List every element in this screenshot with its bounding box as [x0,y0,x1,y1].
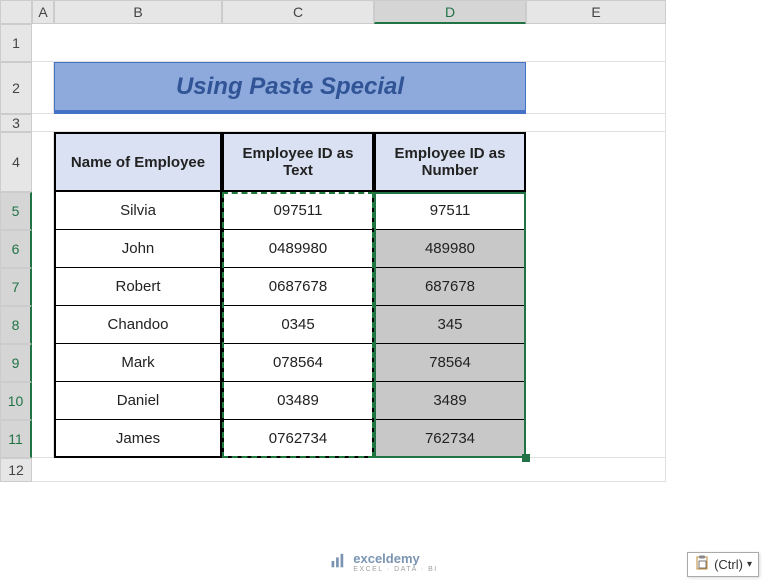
cell-id-num[interactable]: 3489 [374,382,526,420]
cell-a2[interactable] [32,62,54,114]
cell-id-num[interactable]: 489980 [374,230,526,268]
row-header-7[interactable]: 7 [0,268,32,306]
fill-handle[interactable] [522,454,530,462]
cell-id-text[interactable]: 0687678 [222,268,374,306]
col-header-c[interactable]: C [222,0,374,24]
cell-id-text[interactable]: 078564 [222,344,374,382]
cell-id-text[interactable]: 0489980 [222,230,374,268]
cell-name[interactable]: James [54,420,222,458]
row-header-5[interactable]: 5 [0,192,32,230]
cell-row12[interactable] [32,458,666,482]
cell-cola[interactable] [32,132,54,458]
cell-id-num[interactable]: 345 [374,306,526,344]
row-header-1[interactable]: 1 [0,24,32,62]
cell-id-num[interactable]: 687678 [374,268,526,306]
col-header-d[interactable]: D [374,0,526,24]
cell-name[interactable]: Daniel [54,382,222,420]
row-header-4[interactable]: 4 [0,132,32,192]
cell-name[interactable]: John [54,230,222,268]
cell-e2[interactable] [526,62,666,114]
watermark-tagline: EXCEL · DATA · BI [353,566,438,573]
chevron-down-icon: ▾ [747,559,752,570]
row-header-10[interactable]: 10 [0,382,32,420]
row-header-9[interactable]: 9 [0,344,32,382]
col-header-b[interactable]: B [54,0,222,24]
chart-icon [329,552,347,573]
row-header-6[interactable]: 6 [0,230,32,268]
row-header-8[interactable]: 8 [0,306,32,344]
header-id-text: Employee ID as Text [222,132,374,192]
header-id-num: Employee ID as Number [374,132,526,192]
spreadsheet-grid: A B C D E 1 2 3 4 5 6 7 8 9 10 11 12 Usi… [0,0,767,482]
row-header-12[interactable]: 12 [0,458,32,482]
cell-id-num[interactable]: 762734 [374,420,526,458]
cell-id-text[interactable]: 0345 [222,306,374,344]
clipboard-icon [694,555,710,574]
header-name: Name of Employee [54,132,222,192]
cell-row3[interactable] [32,114,666,132]
row-header-11[interactable]: 11 [0,420,32,458]
cell-name[interactable]: Robert [54,268,222,306]
cell-name[interactable]: Silvia [54,192,222,230]
col-header-e[interactable]: E [526,0,666,24]
paste-options-label: (Ctrl) [714,557,743,572]
select-all-corner[interactable] [0,0,32,24]
col-header-a[interactable]: A [32,0,54,24]
cell-id-text[interactable]: 03489 [222,382,374,420]
cell-id-text[interactable]: 0762734 [222,420,374,458]
watermark: exceldemy EXCEL · DATA · BI [329,551,438,573]
row-header-2[interactable]: 2 [0,62,32,114]
watermark-brand: exceldemy [353,551,420,566]
cell-name[interactable]: Mark [54,344,222,382]
paste-options-button[interactable]: (Ctrl) ▾ [687,552,759,577]
cell-cole[interactable] [526,132,666,458]
cell-id-num[interactable]: 78564 [374,344,526,382]
sheet-title: Using Paste Special [54,62,526,114]
cell-id-num[interactable]: 97511 [374,192,526,230]
cell-row1[interactable] [32,24,666,62]
cell-name[interactable]: Chandoo [54,306,222,344]
cell-id-text[interactable]: 097511 [222,192,374,230]
row-header-3[interactable]: 3 [0,114,32,132]
